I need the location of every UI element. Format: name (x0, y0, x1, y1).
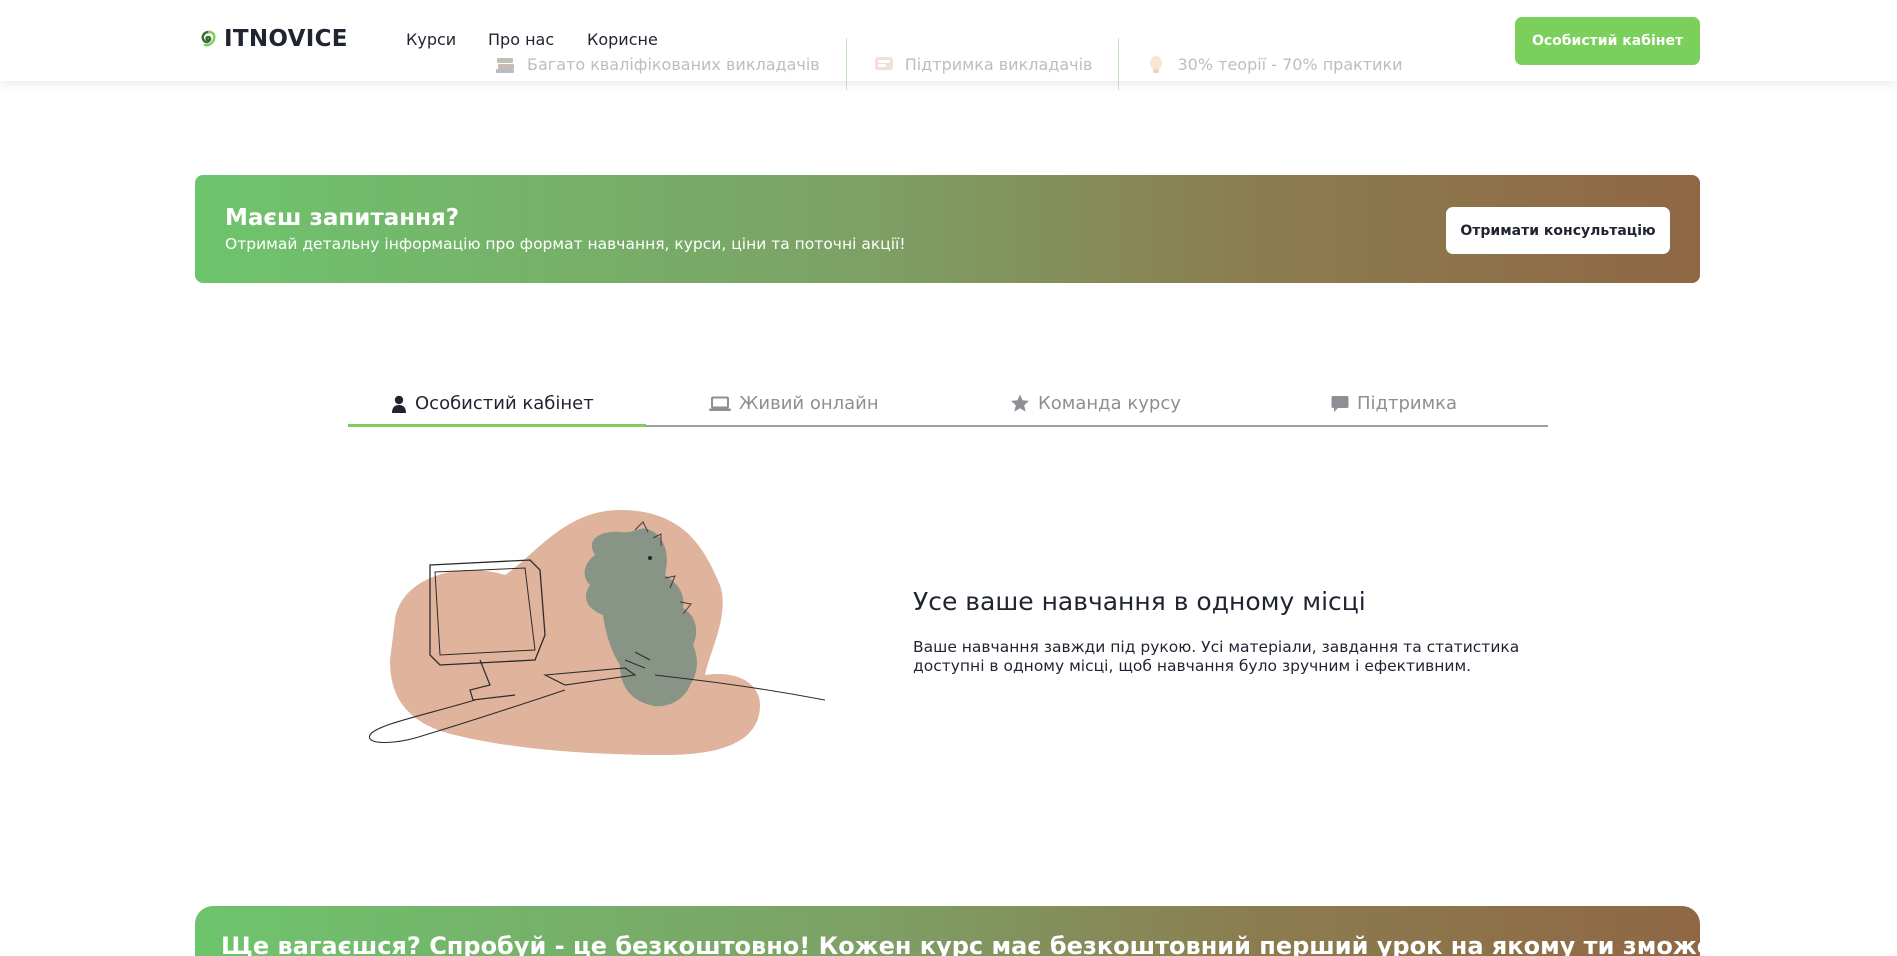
tab-live-online[interactable]: Живий онлайн (709, 393, 879, 414)
tab-label: Живий онлайн (739, 393, 879, 414)
books-icon (496, 58, 514, 73)
banner-title: Маєш запитання? (225, 205, 460, 231)
ticker-item: 30% теорії - 70% практики (1145, 54, 1403, 74)
personal-cabinet-button[interactable]: Особистий кабінет (1515, 17, 1700, 65)
laptop-icon (709, 396, 731, 411)
ticker-text: 30% теорії - 70% практики (1177, 54, 1403, 74)
content-text: Ваше навчання завжди під рукою. Усі мате… (913, 638, 1520, 675)
banner-subtitle: Отримай детальну інформацію про формат н… (225, 235, 906, 253)
user-icon (392, 395, 406, 413)
tab-label: Команда курсу (1038, 393, 1181, 414)
feature-tabs: Особистий кабінет Живий онлайн Команда к… (348, 385, 1548, 427)
ticker-text: Багато кваліфікованих викладачів (527, 54, 820, 74)
logo-icon (201, 30, 216, 47)
ticker-text: Підтримка викладачів (904, 54, 1093, 74)
nav-link-useful[interactable]: Корисне (587, 30, 658, 49)
star-icon (1011, 394, 1029, 412)
logo-text: ITNOVICE (224, 26, 348, 52)
tab-course-team[interactable]: Команда курсу (1010, 393, 1181, 414)
ticker-divider (845, 38, 847, 90)
free-trial-banner: Ще вагаєшся? Спробуй - це безкоштовно! К… (195, 906, 1748, 956)
free-trial-text: Ще вагаєшся? Спробуй - це безкоштовно! К… (221, 932, 1749, 956)
ticker-item: Багато кваліфікованих викладачів (495, 54, 820, 74)
logo[interactable]: ITNOVICE (200, 26, 348, 52)
get-consultation-button[interactable]: Отримати консультацію (1446, 207, 1670, 254)
site-header: ITNOVICE Багато кваліфікованих викладачі… (0, 0, 1897, 90)
chat-bubble-icon (874, 57, 893, 70)
tab-support[interactable]: Підтримка (1331, 393, 1457, 414)
tab-personal-cabinet[interactable]: Особистий кабінет (391, 393, 594, 414)
dinosaur-computer-illustration (369, 510, 825, 755)
ticker-item: Підтримка викладачів (873, 54, 1093, 74)
tab-label: Особистий кабінет (415, 393, 594, 414)
comment-icon (1331, 395, 1349, 412)
lightbulb-icon (1150, 56, 1163, 73)
active-tab-indicator (348, 424, 646, 427)
nav-link-courses[interactable]: Курси (406, 30, 456, 49)
content-title: Усе ваше навчання в одному місці (913, 587, 1366, 616)
tab-label: Підтримка (1357, 393, 1458, 414)
nav-link-about[interactable]: Про нас (488, 30, 554, 49)
ticker-divider (1118, 38, 1120, 90)
question-banner: Маєш запитання? Отримай детальну інформа… (195, 175, 1700, 283)
